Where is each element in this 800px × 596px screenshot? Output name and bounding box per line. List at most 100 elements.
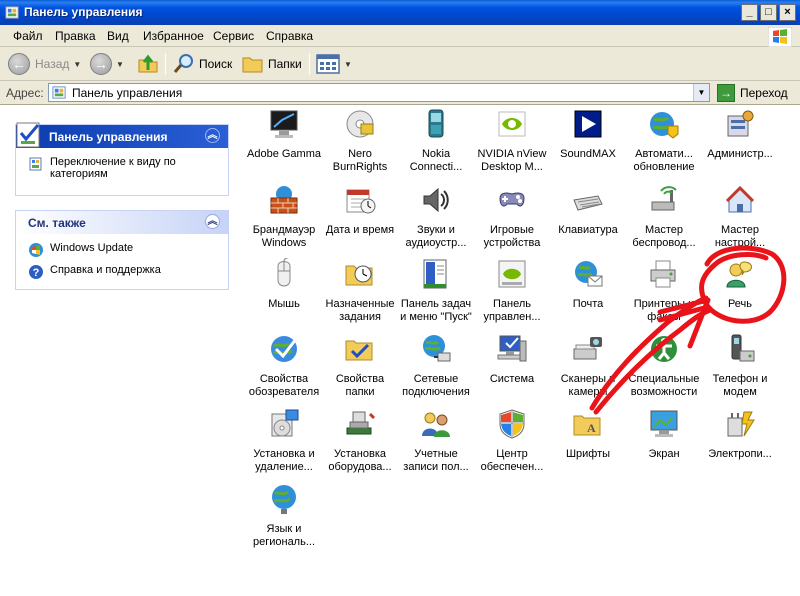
control-panel-item[interactable]: Принтеры и факсы xyxy=(626,258,702,324)
toolbar: ← Назад ▼ → ▼ Поиск Папки ▼ xyxy=(0,47,800,81)
forward-button[interactable]: → ▼ xyxy=(90,51,124,77)
admin-tools-icon xyxy=(727,110,754,137)
control-panel-item[interactable]: Учетные записи пол... xyxy=(398,408,474,474)
firewall-icon xyxy=(270,186,298,214)
control-panel-item[interactable]: Мастер настрой... xyxy=(702,184,778,250)
control-panel-item[interactable]: Автомати... обновление xyxy=(626,108,702,174)
control-panel-item[interactable]: Установка оборудова... xyxy=(322,408,398,474)
control-panel-item[interactable]: Nokia Connecti... xyxy=(398,108,474,174)
control-panel-item[interactable]: Экран xyxy=(626,408,702,461)
control-panel-item-label: Свойства обозревателя xyxy=(248,373,320,398)
wireless-icon xyxy=(651,186,677,211)
control-panel-item[interactable]: Электропи... xyxy=(702,408,778,461)
speaker-icon xyxy=(423,187,449,213)
control-panel-item-label: Принтеры и факсы xyxy=(633,298,695,323)
control-panel-icon xyxy=(5,6,19,19)
go-label: Переход xyxy=(740,86,788,100)
control-panel-item[interactable]: Телефон и модем xyxy=(702,333,778,399)
gamepad-icon xyxy=(499,192,525,207)
control-panel-item-label: Система xyxy=(489,373,535,385)
control-panel-item[interactable]: Звуки и аудиоустр... xyxy=(398,184,474,250)
scheduled-tasks-icon xyxy=(345,265,373,286)
menu-file[interactable]: Файл xyxy=(13,29,43,43)
control-panel-item-label: Центр обеспечен... xyxy=(480,448,544,473)
svg-text:?: ? xyxy=(33,267,40,279)
search-button[interactable]: Поиск xyxy=(172,51,232,77)
go-arrow-icon: → xyxy=(717,84,735,102)
up-button[interactable] xyxy=(137,51,159,77)
control-panel-item[interactable]: Мышь xyxy=(246,256,322,311)
control-panel-item[interactable]: A Шрифты xyxy=(550,408,626,461)
control-panel-item-label: Мастер беспровод... xyxy=(632,224,696,249)
control-panel-item[interactable]: Клавиатура xyxy=(550,184,626,237)
back-arrow-icon: ← xyxy=(8,53,30,75)
control-panel-item[interactable]: Свойства обозревателя xyxy=(246,333,322,399)
system-icon xyxy=(497,335,527,362)
menu-view[interactable]: Вид xyxy=(107,29,129,43)
maximize-button[interactable]: □ xyxy=(760,4,777,21)
minimize-button[interactable]: _ xyxy=(741,4,758,21)
menu-favorites[interactable]: Избранное xyxy=(143,29,204,43)
folders-button[interactable]: Папки xyxy=(241,51,302,77)
windows-update-icon xyxy=(29,243,43,257)
nvidia-icon xyxy=(498,111,526,137)
menu-help[interactable]: Справка xyxy=(266,29,313,43)
close-button[interactable]: × xyxy=(779,4,796,21)
chevron-down-icon: ▼ xyxy=(116,59,124,69)
address-dropdown-button[interactable]: ▼ xyxy=(693,84,709,101)
control-panel-item[interactable]: Система xyxy=(474,333,550,386)
control-panel-item[interactable]: Язык и региональ... xyxy=(246,483,322,549)
control-panel-item[interactable]: Администр... xyxy=(702,108,778,161)
go-button[interactable]: → Переход xyxy=(717,84,788,102)
control-panel-item[interactable]: Мастер беспровод... xyxy=(626,184,702,250)
control-panel-item[interactable]: Сканеры и камеры xyxy=(550,333,626,399)
control-panel-item-label: Речь xyxy=(727,298,753,310)
control-panel-item-label: Панель управлен... xyxy=(483,298,541,323)
control-panel-icon xyxy=(16,122,40,148)
control-panel-item[interactable]: NVIDIA nView Desktop M... xyxy=(474,108,550,174)
control-panel-item[interactable]: Назначенные задания xyxy=(322,258,398,324)
menu-edit[interactable]: Правка xyxy=(55,29,96,43)
windows-update-link[interactable]: Windows Update xyxy=(28,242,220,258)
help-and-support-label: Справка и поддержка xyxy=(50,264,161,276)
accessibility-icon xyxy=(651,336,677,362)
control-panel-item[interactable]: Почта xyxy=(550,258,626,311)
control-panel-item[interactable]: Брандмауэр Windows xyxy=(246,184,322,250)
task-box-header[interactable]: Панель управления ︽ xyxy=(16,122,228,148)
power-icon xyxy=(727,411,755,437)
views-button[interactable]: ▼ xyxy=(316,51,352,77)
control-panel-item-label: Панель задач и меню "Пуск" xyxy=(400,298,472,323)
address-input[interactable]: Панель управления ▼ xyxy=(48,83,710,102)
fonts-folder-icon: A xyxy=(573,415,601,436)
control-panel-item[interactable]: Дата и время xyxy=(322,184,398,237)
windows-logo-icon xyxy=(768,27,792,47)
control-panel-item[interactable]: Панель управлен... xyxy=(474,258,550,324)
users-icon xyxy=(422,412,450,437)
control-panel-item[interactable]: Adobe Gamma xyxy=(246,108,322,161)
control-panel-item[interactable]: Центр обеспечен... xyxy=(474,408,550,474)
globe-shield-icon xyxy=(650,112,679,139)
control-panel-item[interactable]: Игровые устройства xyxy=(474,184,550,250)
network-icon xyxy=(423,335,451,362)
control-panel-item[interactable]: Специальные возможности xyxy=(626,333,702,399)
collapse-icon[interactable]: ︽ xyxy=(205,128,220,143)
collapse-icon[interactable]: ︽ xyxy=(205,214,220,229)
mail-icon xyxy=(575,261,603,287)
control-panel-item[interactable]: Nero BurnRights xyxy=(322,108,398,174)
menu-tools[interactable]: Сервис xyxy=(213,29,254,43)
control-panel-item[interactable]: Речь xyxy=(702,258,778,311)
control-panel-item-label: Игровые устройства xyxy=(483,224,541,249)
control-panel-item[interactable]: Установка и удаление... xyxy=(246,408,322,474)
control-panel-item[interactable]: Свойства папки xyxy=(322,333,398,399)
see-also-header[interactable]: См. также ︽ xyxy=(16,211,228,234)
control-panel-item[interactable]: SoundMAX xyxy=(550,108,626,161)
help-and-support-link[interactable]: ? Справка и поддержка xyxy=(28,264,220,280)
display-icon xyxy=(650,410,678,437)
control-panel-item-label: Автомати... обновление xyxy=(633,148,695,173)
control-panel-item[interactable]: Сетевые подключения xyxy=(398,333,474,399)
taskbar-icon xyxy=(423,259,447,289)
back-button[interactable]: ← Назад ▼ xyxy=(8,51,81,77)
switch-to-category-view-link[interactable]: Переключение к виду по категориям xyxy=(28,156,220,180)
printer-icon xyxy=(650,260,676,288)
control-panel-item[interactable]: Панель задач и меню "Пуск" xyxy=(398,258,474,324)
